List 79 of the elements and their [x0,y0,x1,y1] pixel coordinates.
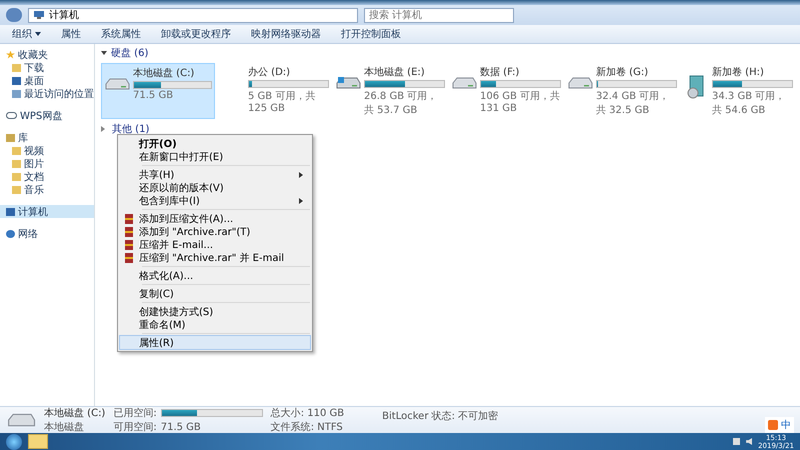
drive-name: 本地磁盘 (E:) [364,66,426,79]
drive-name: 本地磁盘 (C:) [133,66,196,80]
archive-icon [124,252,134,262]
file-system-text: 文件系统: NTFS [270,420,344,434]
input-method-icon [768,420,778,430]
menu-item[interactable]: 格式化(A)... [120,269,310,282]
drive-type: 本地磁盘 [44,420,85,434]
menu-item[interactable]: 共享(H) [120,168,310,181]
drive-name: 新加卷 (H:) [712,66,765,79]
free-space-text: 5 GB 可用，共 125 GB [248,90,316,114]
drive-tile[interactable]: 办公 (D:) 5 GB 可用，共 125 GB [217,63,331,119]
ime-toolbar[interactable]: 中 [765,417,794,433]
toolbar-button[interactable]: 属性 [53,27,89,41]
free-space-text: 32.4 GB 可用，共 32.5 GB [596,90,670,117]
bitlocker-status: BitLocker 状态: 不可加密 [382,410,498,423]
hard-drive-icon [104,76,130,92]
system-drive-icon [335,75,361,91]
menu-item[interactable]: 添加到 "Archive.rar"(T) [120,225,310,238]
toolbar-button[interactable]: 卸载或更改程序 [153,27,239,41]
sidebar-item[interactable]: 音乐 [0,183,94,196]
menu-item[interactable]: 创建快捷方式(S) [120,305,310,318]
sidebar-item[interactable]: 文档 [0,170,94,183]
sidebar-item[interactable]: 收藏夹 [0,48,94,61]
ime-mode[interactable]: 中 [781,418,791,432]
breadcrumb-item[interactable]: 计算机 [49,8,79,22]
archive-icon [124,240,134,250]
toolbar-button[interactable]: 打开控制面板 [333,27,409,41]
speaker-icon[interactable] [746,438,752,445]
sidebar-item[interactable]: 最近访问的位置 [0,87,94,100]
menu-item[interactable]: 复制(C) [120,287,310,300]
free-space-text: 26.8 GB 可用，共 53.7 GB [364,90,438,117]
free-space-text: 71.5 GB [133,90,174,101]
drive-tile[interactable]: 本地磁盘 (E:) 26.8 GB 可用，共 53.7 GB [333,63,447,119]
archive-icon [124,214,134,224]
toolbar-button[interactable]: 映射网络驱动器 [243,27,329,41]
back-button[interactable] [6,8,22,22]
hard-drive-icon [6,411,36,429]
sidebar-item[interactable]: 下载 [0,61,94,74]
drive-tile[interactable]: 本地磁盘 (C:) 71.5 GB [101,63,215,119]
cloud-icon [6,112,17,119]
sidebar-item[interactable]: 网络 [0,227,94,240]
total-size-text: 总大小: 110 GB [270,406,344,420]
drive-tile[interactable]: 数据 (F:) 106 GB 可用，共 131 GB [449,63,563,119]
sidebar-item[interactable]: WPS网盘 [0,109,94,122]
menu-item[interactable]: 属性(R) [120,336,310,349]
hard-drive-icon [451,75,477,91]
menu-item[interactable]: 打开(O) [120,137,310,150]
sidebar-item[interactable]: 计算机 [0,205,94,218]
field-label: 已用空间: [113,406,157,420]
free-space-text: 34.3 GB 可用，共 54.6 GB [712,90,786,117]
field-label: 可用空间: [113,420,157,434]
sidebar-item[interactable]: 图片 [0,157,94,170]
start-button[interactable] [6,434,22,450]
menu-item[interactable]: 添加到压缩文件(A)... [120,212,310,225]
toolbar-button[interactable]: 系统属性 [93,27,149,41]
group-header[interactable]: 硬盘 (6) [101,47,148,59]
address-bar[interactable]: 计算机 [28,8,358,22]
group-header[interactable]: 其他 (1) [101,123,150,135]
drive-tile[interactable]: 新加卷 (H:) 34.3 GB 可用，共 54.6 GB [681,63,795,119]
search-field[interactable]: 搜索 计算机 [364,8,514,22]
free-space-text: 106 GB 可用，共 131 GB [480,90,561,114]
sidebar-item[interactable]: 桌面 [0,74,94,87]
sidebar-item[interactable]: 视频 [0,144,94,157]
archive-icon [124,226,134,236]
toolbar-button[interactable]: 组织 [4,27,49,41]
menu-item[interactable]: 包含到库中(I) [120,194,310,207]
sidebar-item[interactable]: 库 [0,131,94,144]
drive-tile[interactable]: 新加卷 (G:) 32.4 GB 可用，共 32.5 GB [565,63,679,119]
menu-item[interactable]: 在新窗口中打开(E) [120,150,310,163]
menu-item[interactable]: 压缩并 E-mail... [120,238,310,251]
menu-item[interactable]: 重命名(M) [120,318,310,331]
field-value: 71.5 GB [160,422,202,432]
drive-name: 办公 (D:) [248,66,292,79]
hard-drive-icon [567,75,593,91]
drive-name: 本地磁盘 (C:) [44,406,106,420]
menu-item[interactable]: 还原以前的版本(V) [120,181,310,194]
drive-name: 数据 (F:) [480,66,520,79]
menu-item[interactable]: 压缩到 "Archive.rar" 并 E-mail [120,251,310,264]
drive-name: 新加卷 (G:) [596,66,650,79]
